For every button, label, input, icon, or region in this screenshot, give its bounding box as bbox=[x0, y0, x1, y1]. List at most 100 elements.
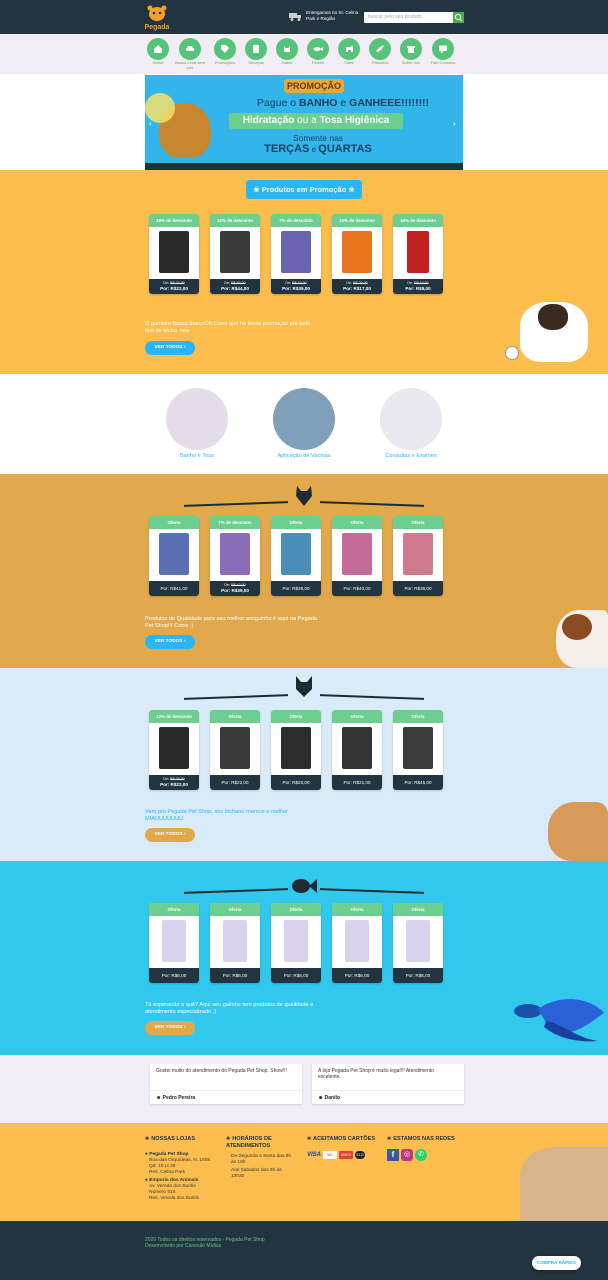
fish-icon bbox=[290, 875, 318, 897]
product-card[interactable]: Oferta Por: R$22,00 bbox=[210, 710, 260, 790]
nav-item-servicos[interactable]: Serviços bbox=[241, 38, 271, 66]
old-price: De: R$ 50,00 bbox=[224, 281, 246, 285]
card-logos: VISA MC AMEX ELO bbox=[307, 1151, 387, 1159]
price-box: De: R$ 25,00 Por: R$22,00 bbox=[149, 775, 199, 790]
nav-item-sobre-nos[interactable]: Sobre nós bbox=[396, 38, 426, 66]
see-all-button[interactable]: VER TODOS › bbox=[145, 635, 195, 649]
discount-badge: Oferta bbox=[271, 903, 321, 916]
nav-item-promocoes[interactable]: Promoções bbox=[210, 38, 240, 66]
price-box: Por: R$45,00 bbox=[393, 775, 443, 790]
promo-banner[interactable]: PROMOÇÃO Pague o BANHO e GANHEEE!!!!!!!!… bbox=[145, 75, 463, 170]
discount-badge: 7% de desconto bbox=[271, 214, 321, 227]
home-icon bbox=[147, 38, 169, 60]
discount-badge: Oferta bbox=[393, 903, 443, 916]
dog-head-icon bbox=[291, 482, 317, 508]
product-card[interactable]: Oferta Por: R$6,00 bbox=[149, 903, 199, 983]
cats-section: 12% de desconto De: R$ 25,00 Por: R$22,00… bbox=[0, 668, 608, 861]
discount-badge: Oferta bbox=[210, 903, 260, 916]
testimonial-author: ☻ Pedro Pereira bbox=[150, 1090, 302, 1105]
logo[interactable]: Pegada bbox=[142, 3, 172, 31]
nav-item-fale-conosco[interactable]: Fale Conosco bbox=[428, 38, 458, 66]
product-image bbox=[159, 727, 189, 769]
product-card[interactable]: 7% de desconto De: R$ 42,00 Por: R$39,00 bbox=[271, 214, 321, 294]
fish-description: Tá esperando o quê? Aqui seu galinho tem… bbox=[145, 1002, 314, 1015]
product-card[interactable]: Oferta Por: R$20,00 bbox=[271, 710, 321, 790]
product-image bbox=[159, 533, 189, 575]
product-image bbox=[220, 533, 250, 575]
nav-item-gatos[interactable]: Gatos bbox=[272, 38, 302, 66]
product-card[interactable]: Oferta Por: R$6,00 bbox=[210, 903, 260, 983]
old-price: De: R$ 27,00 bbox=[163, 281, 185, 285]
copyright: 2020 Todos os direitos reservados - Pega… bbox=[145, 1237, 265, 1249]
cards-title: ❀ ACEITAMOS CARTÕES bbox=[307, 1136, 376, 1142]
quick-buy-button[interactable]: COMPRA RÁPIDA bbox=[532, 1256, 581, 1270]
facebook-icon[interactable]: f bbox=[387, 1149, 399, 1161]
price: Por: R$6,00 bbox=[161, 973, 187, 978]
cat-icon bbox=[276, 38, 298, 60]
price: Por: R$45,00 bbox=[404, 780, 432, 785]
discount-badge: Oferta bbox=[332, 710, 382, 723]
logo-text: Pegada bbox=[145, 24, 170, 31]
cat-head-icon bbox=[291, 673, 317, 699]
banner-prev-arrow[interactable]: ‹ bbox=[149, 119, 152, 128]
product-card[interactable]: Oferta Por: R$41,00 bbox=[149, 516, 199, 596]
divider-right bbox=[320, 501, 424, 507]
old-price: De: R$ 25,00 bbox=[163, 777, 185, 781]
service-image bbox=[166, 388, 228, 450]
product-card[interactable]: Oferta Por: R$40,00 bbox=[332, 516, 382, 596]
testimonial-text: A loja Pegada Pet Shop é muito legal!!! … bbox=[318, 1068, 434, 1080]
product-card[interactable]: Oferta Por: R$21,00 bbox=[332, 710, 382, 790]
old-price: De: R$ 10,00 bbox=[407, 281, 429, 285]
tag-icon bbox=[214, 38, 236, 60]
chat-icon bbox=[432, 38, 454, 60]
see-all-button[interactable]: VER TODOS › bbox=[145, 828, 195, 842]
divider-right bbox=[320, 694, 424, 700]
nav-item-passaros[interactable]: Pássaros bbox=[365, 38, 395, 66]
nav-item-home[interactable]: Home bbox=[143, 38, 173, 66]
price-box: Por: R$21,00 bbox=[332, 775, 382, 790]
product-image bbox=[281, 231, 311, 273]
dogs-description: Produtos de Qualidade para seu melhor am… bbox=[145, 616, 317, 629]
product-card[interactable]: 12% de desconto De: R$ 50,00 Por: R$44,00 bbox=[210, 214, 260, 294]
nav-item-caes[interactable]: Cães bbox=[334, 38, 364, 66]
whatsapp-icon[interactable]: ✆ bbox=[415, 1149, 427, 1161]
price-box: Por: R$6,00 bbox=[210, 968, 260, 983]
product-card[interactable]: Oferta Por: R$39,00 bbox=[271, 516, 321, 596]
nav-item-peixes[interactable]: Peixes bbox=[303, 38, 333, 66]
nav-item-label: Busca Leva sem pet bbox=[175, 60, 205, 70]
product-card[interactable]: Oferta Por: R$6,00 bbox=[393, 903, 443, 983]
search-button[interactable] bbox=[453, 12, 464, 23]
see-all-button[interactable]: VER TODOS › bbox=[145, 1021, 195, 1035]
service-banho-tosa[interactable]: Banho e Tosa bbox=[160, 388, 234, 459]
cat-image bbox=[548, 802, 608, 861]
amex-logo: AMEX bbox=[339, 1151, 354, 1159]
nav-item-busca-leva[interactable]: Busca Leva sem pet bbox=[175, 38, 205, 70]
service-consultas[interactable]: Consultas e Exames bbox=[374, 388, 448, 459]
bird-icon bbox=[369, 38, 391, 60]
product-card[interactable]: 19% de desconto De: R$ 27,00 Por: R$22,00 bbox=[149, 214, 199, 294]
product-card[interactable]: Oferta Por: R$6,00 bbox=[271, 903, 321, 983]
paw-icon: ❀ bbox=[226, 1136, 231, 1142]
product-card[interactable]: Oferta Por: R$39,00 bbox=[393, 516, 443, 596]
banner-next-arrow[interactable]: › bbox=[453, 119, 456, 128]
paw-icon: ❀ bbox=[145, 1136, 150, 1142]
instagram-icon[interactable]: ◎ bbox=[401, 1149, 413, 1161]
product-card[interactable]: Oferta Por: R$45,00 bbox=[393, 710, 443, 790]
discount-badge: Oferta bbox=[271, 710, 321, 723]
price-box: Por: R$6,00 bbox=[393, 968, 443, 983]
see-all-button[interactable]: VER TODOS › bbox=[145, 341, 195, 355]
service-vacinas[interactable]: Aplicação de Vacinas bbox=[267, 388, 341, 459]
product-card[interactable]: 7% de desconto De: R$ 42,00 Por: R$39,00 bbox=[210, 516, 260, 596]
price: Por: R$39,00 bbox=[404, 586, 432, 591]
search-icon bbox=[454, 13, 463, 22]
divider-right bbox=[320, 888, 424, 894]
product-card[interactable]: Oferta Por: R$6,00 bbox=[332, 903, 382, 983]
price-box: Por: R$22,00 bbox=[210, 775, 260, 790]
product-card[interactable]: 12% de desconto De: R$ 25,00 Por: R$22,00 bbox=[149, 710, 199, 790]
paw-icon: ❀ bbox=[253, 185, 260, 194]
search-input[interactable]: buscar pelo seu produto... bbox=[364, 12, 464, 23]
store-icon bbox=[400, 38, 422, 60]
product-card[interactable]: 10% de desconto De: R$ 10,00 Por: R$9,00 bbox=[393, 214, 443, 294]
testimonial-text: Gostei muito do atendimento do Pegada Pe… bbox=[156, 1068, 287, 1074]
product-card[interactable]: 15% de desconto De: R$ 20,00 Por: R$17,00 bbox=[332, 214, 382, 294]
